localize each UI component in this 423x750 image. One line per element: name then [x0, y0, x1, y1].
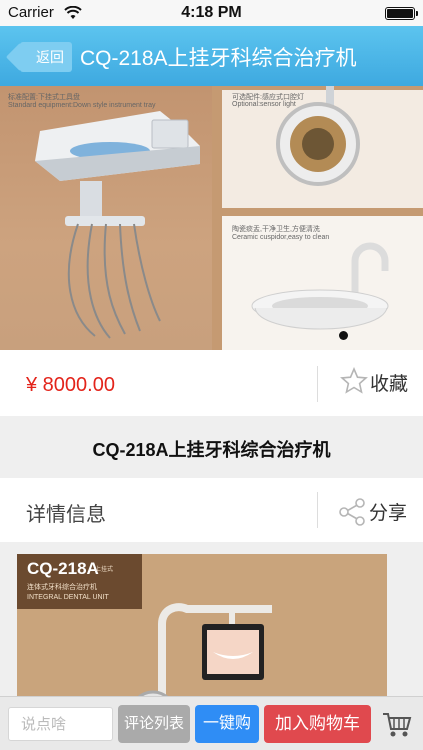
add-to-cart-button[interactable]: 加入购物车	[264, 705, 371, 743]
page-title: CQ-218A上挂牙科综合治疗机	[80, 47, 357, 70]
details-label: 详情信息	[26, 504, 106, 526]
bottom-action-bar: 评论列表 一键购 加入购物车	[0, 696, 423, 750]
favorite-divider	[317, 366, 318, 402]
share-button[interactable]: 分享	[369, 498, 407, 525]
dental-tray-illustration	[35, 111, 200, 339]
carousel-page-indicator[interactable]	[339, 331, 348, 340]
favorite-button[interactable]: 收藏	[370, 369, 408, 396]
product-price: ¥ 8000.00	[26, 374, 115, 396]
reviews-list-button[interactable]: 评论列表	[118, 705, 190, 743]
cuspidor-illustration	[251, 242, 389, 330]
back-label: 返回	[36, 49, 64, 65]
clock: 4:18 PM	[181, 4, 242, 21]
comment-input[interactable]	[8, 707, 113, 741]
product-title: CQ-218A上挂牙科综合治疗机	[92, 440, 331, 460]
dental-light-illustration	[276, 86, 360, 186]
buy-now-button[interactable]: 一键购	[195, 705, 259, 743]
caption-tray-cn: 标准配置:下挂式工具盘	[8, 94, 80, 101]
status-bar: Carrier 4:18 PM	[0, 0, 423, 26]
star-icon[interactable]	[340, 367, 368, 395]
cart-icon[interactable]	[382, 711, 412, 739]
back-button-area[interactable]: 返回	[0, 26, 80, 86]
back-button[interactable]: 返回	[20, 42, 72, 72]
battery-icon	[385, 7, 418, 20]
product-title-row: CQ-218A上挂牙科综合治疗机	[0, 426, 423, 478]
product-image-carousel[interactable]: 标准配置:下挂式工具盘 Standard equipment:Down styl…	[0, 86, 423, 350]
nav-bar: 返回 CQ-218A上挂牙科综合治疗机	[0, 26, 423, 86]
caption-cuspidor-cn: 陶瓷痰盂,干净卫生,方便清洗	[232, 226, 320, 233]
share-divider	[317, 492, 318, 528]
share-icon[interactable]	[337, 497, 367, 527]
